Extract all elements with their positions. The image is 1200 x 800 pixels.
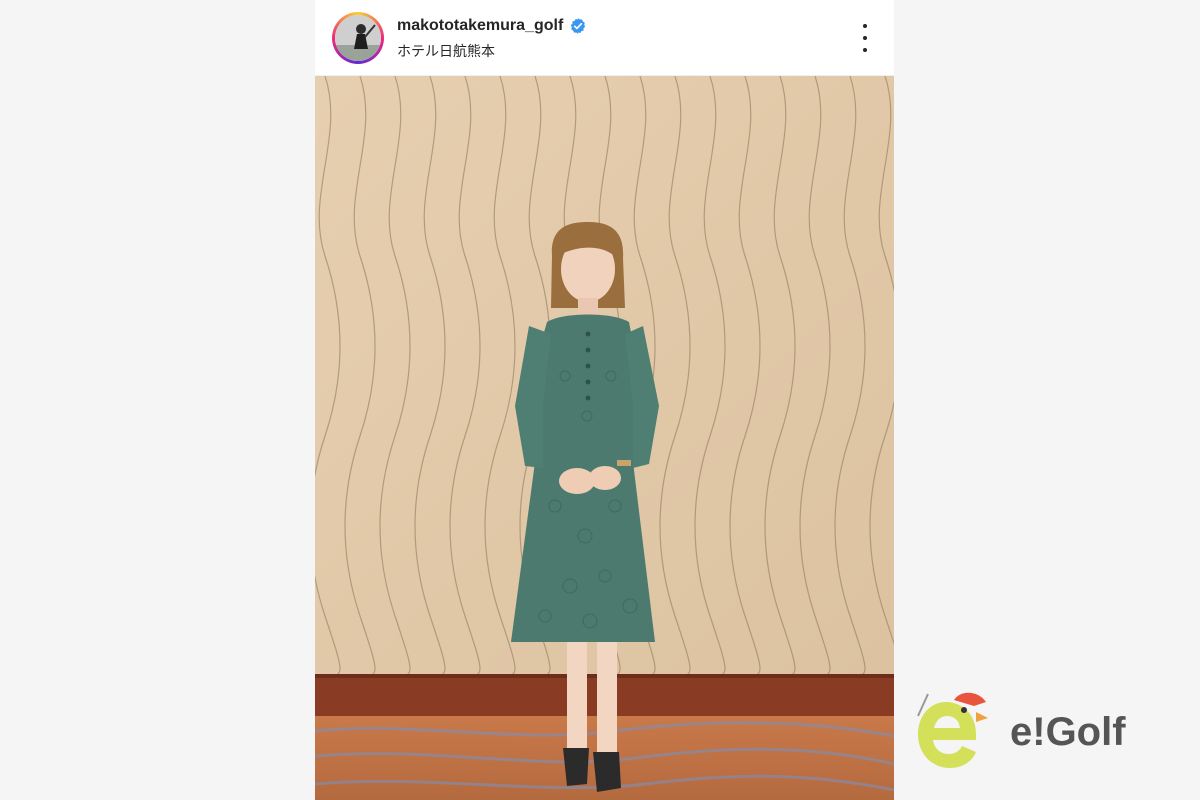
mascot-icon: [917, 692, 988, 768]
brand-logo-text: e!Golf: [1010, 710, 1126, 754]
story-ring[interactable]: [332, 12, 384, 64]
post-image: [315, 76, 894, 800]
post-header: makototakemura_golf ホテル日航熊本: [315, 0, 894, 76]
avatar-image: [335, 15, 381, 61]
username-link[interactable]: makototakemura_golf: [397, 17, 563, 35]
avatar[interactable]: [335, 15, 381, 61]
instagram-post: makototakemura_golf ホテル日航熊本: [315, 0, 894, 800]
verified-badge-icon: [571, 18, 586, 34]
location-link[interactable]: ホテル日航熊本: [397, 41, 495, 61]
post-photo[interactable]: [315, 76, 894, 800]
username-row: makototakemura_golf: [397, 17, 587, 35]
more-options-icon[interactable]: [858, 24, 872, 52]
eigolf-logo: e!Golf: [914, 688, 1184, 778]
